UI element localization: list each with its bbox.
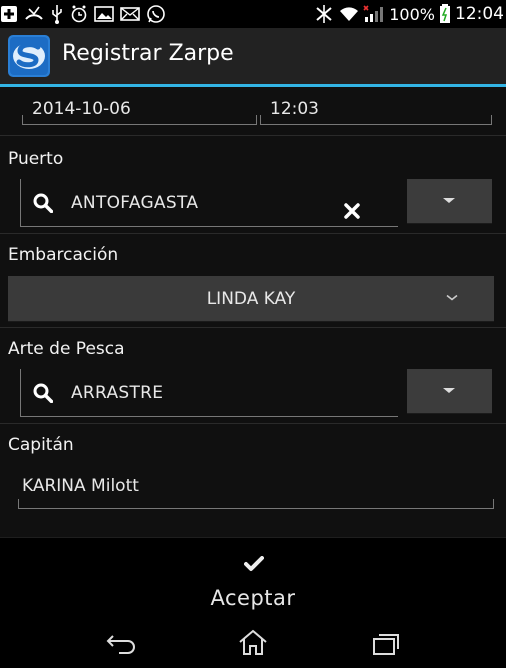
home-icon[interactable] (237, 628, 269, 656)
recents-icon[interactable] (371, 632, 401, 656)
search-icon (33, 383, 54, 407)
clock: 12:04 (455, 4, 504, 24)
divider (0, 233, 506, 234)
alarm-icon (71, 5, 87, 23)
missed-call-icon (25, 6, 43, 20)
arte-de-pesca-label: Arte de Pesca (8, 339, 125, 359)
date-field-underline (22, 115, 257, 125)
bluetooth-off-icon (316, 5, 332, 23)
whatsapp-icon (147, 5, 165, 23)
accept-label: Aceptar (210, 586, 296, 610)
checkmark-icon (244, 556, 264, 571)
capitan-label: Capitán (8, 435, 74, 455)
wifi-icon (340, 7, 359, 22)
app-notification-icon (1, 6, 17, 22)
page-title: Registrar Zarpe (62, 41, 234, 66)
arte-de-pesca-dropdown-button[interactable] (407, 369, 492, 414)
app-logo-icon[interactable] (8, 35, 50, 77)
arte-de-pesca-search-input[interactable]: ARRASTRE (20, 369, 398, 417)
back-icon[interactable] (105, 632, 137, 654)
action-bar: Registrar Zarpe (0, 28, 506, 84)
battery-icon (440, 4, 450, 23)
arte-de-pesca-value: ARRASTRE (71, 383, 164, 403)
search-icon (33, 193, 54, 217)
signal-icon (363, 5, 384, 22)
status-bar-notifications (0, 3, 172, 25)
puerto-label: Puerto (8, 149, 64, 169)
dropdown-arrow-icon (443, 388, 455, 393)
capitan-field[interactable]: KARINA Milott (22, 476, 139, 496)
embarcacion-value: LINDA KAY (206, 289, 296, 309)
clear-icon[interactable] (344, 203, 360, 223)
divider (0, 327, 506, 328)
embarcacion-label: Embarcación (8, 245, 119, 265)
screen: 100% 12:04 Registrar Zarpe 2014-10-06 12… (0, 0, 506, 668)
image-icon (94, 6, 114, 22)
form-content: 2014-10-06 12:03 Puerto ANTOFAGASTA Emba… (0, 87, 506, 537)
puerto-value: ANTOFAGASTA (71, 193, 199, 213)
divider (0, 423, 506, 424)
dropdown-arrow-icon (443, 198, 455, 203)
battery-percent: 100% (389, 4, 435, 24)
message-icon (120, 7, 140, 21)
chevron-down-icon (446, 294, 458, 301)
embarcacion-spinner[interactable]: LINDA KAY (8, 276, 494, 322)
divider (0, 135, 506, 136)
navigation-bar (0, 620, 506, 668)
puerto-dropdown-button[interactable] (407, 179, 492, 224)
puerto-search-input[interactable]: ANTOFAGASTA (20, 179, 398, 227)
time-field-underline (260, 115, 492, 125)
status-bar: 100% 12:04 (0, 0, 506, 28)
accept-button[interactable]: Aceptar (0, 537, 506, 620)
status-bar-system: 100% 12:04 (313, 3, 504, 25)
capitan-field-underline (18, 499, 494, 509)
usb-icon (52, 5, 62, 24)
